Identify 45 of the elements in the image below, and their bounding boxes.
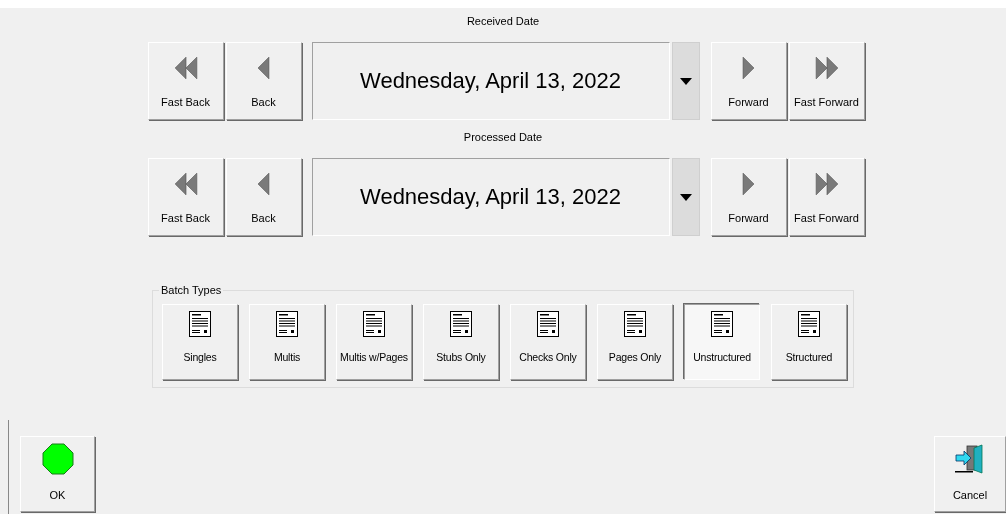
forward-button[interactable]: Forward [710,158,787,236]
batch-type-button[interactable]: Checks Only [510,304,586,380]
batch-type-button[interactable]: Unstructured [684,304,760,380]
left-arrow-icon [257,171,270,197]
document-icon [798,311,820,337]
date-label: Processed Date [463,131,543,145]
cancel-button[interactable]: Cancel [934,436,1006,512]
document-icon [711,311,733,337]
double-right-arrow-icon [813,171,840,197]
date-display: Wednesday, April 13, 2022 [311,158,670,236]
forward-button[interactable]: Forward [710,42,787,120]
double-left-arrow-icon [172,171,199,197]
fast-back-button[interactable]: Fast Back [147,158,224,236]
exit-door-icon [954,443,986,475]
document-icon [189,311,211,337]
document-icon [363,311,385,337]
fast-back-button[interactable]: Fast Back [147,42,224,120]
group-title: Batch Types [159,284,224,296]
document-icon [450,311,472,337]
dropdown-button[interactable] [671,158,700,236]
left-arrow-icon [257,55,270,81]
dropdown-button[interactable] [671,42,700,120]
right-arrow-icon [742,55,755,81]
double-left-arrow-icon [172,55,199,81]
back-button[interactable]: Back [225,158,302,236]
document-icon [624,311,646,337]
batch-type-button[interactable]: Singles [162,304,238,380]
date-display: Wednesday, April 13, 2022 [311,42,670,120]
caret-icon [679,77,692,85]
back-button[interactable]: Back [225,42,302,120]
fast-forward-button[interactable]: Fast Forward [788,158,865,236]
document-icon [537,311,559,337]
date-label: Received Date [466,15,540,29]
batch-type-button[interactable]: Multis w/Pages [336,304,412,380]
ok-button[interactable]: OK [20,436,95,512]
double-right-arrow-icon [813,55,840,81]
batch-type-button[interactable]: Pages Only [597,304,673,380]
batch-type-button[interactable]: Multis [249,304,325,380]
batch-type-button[interactable]: Structured [771,304,847,380]
fast-forward-button[interactable]: Fast Forward [788,42,865,120]
caret-icon [679,193,692,201]
right-arrow-icon [742,171,755,197]
octagon-icon [41,443,74,475]
batch-type-button[interactable]: Stubs Only [423,304,499,380]
document-icon [276,311,298,337]
